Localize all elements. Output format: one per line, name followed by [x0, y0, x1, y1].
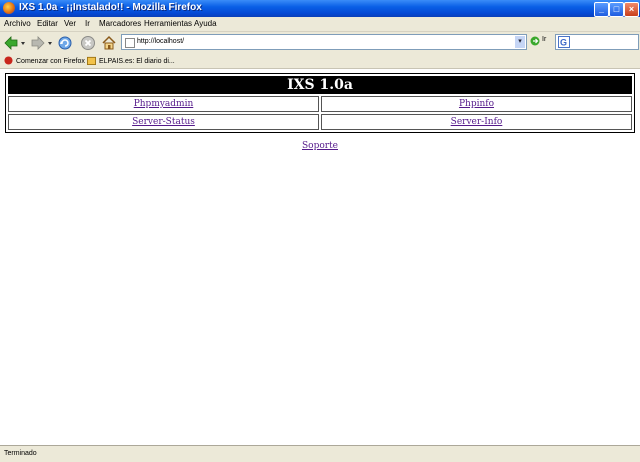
table-cell: Server-Status: [8, 114, 319, 130]
stop-icon[interactable]: [80, 35, 96, 51]
bookmark-label: ELPAIS.es: El diario di...: [99, 58, 175, 65]
links-table: IXS 1.0a Phpmyadmin Phpinfo Server-Statu…: [5, 73, 635, 133]
phpinfo-link[interactable]: Phpinfo: [459, 99, 494, 109]
go-icon[interactable]: [530, 36, 540, 46]
bookmark-folder-icon: [87, 56, 96, 65]
window-title: IXS 1.0a - ¡¡Instalado!! - Mozilla Firef…: [19, 2, 202, 13]
menu-ir[interactable]: Ir: [85, 19, 90, 28]
forward-dropdown-icon[interactable]: [47, 35, 53, 51]
search-box[interactable]: G: [555, 34, 639, 50]
back-arrow-icon[interactable]: [3, 35, 19, 51]
menu-marcadores[interactable]: Marcadores: [99, 19, 141, 28]
menu-ver[interactable]: Ver: [64, 19, 76, 28]
page-icon: [125, 38, 135, 48]
maximize-button[interactable]: □: [609, 2, 624, 17]
menu-herramientas[interactable]: Herramientas: [144, 19, 192, 28]
go-label[interactable]: Ir: [542, 36, 546, 43]
menu-ayuda[interactable]: Ayuda: [194, 19, 217, 28]
table-row: Phpmyadmin Phpinfo: [8, 96, 632, 112]
menu-editar[interactable]: Editar: [37, 19, 58, 28]
table-row: Server-Status Server-Info: [8, 114, 632, 130]
support-link[interactable]: Soporte: [302, 141, 338, 151]
home-icon[interactable]: [101, 35, 117, 51]
bookmark-label: Comenzar con Firefox: [16, 58, 85, 65]
table-header-row: IXS 1.0a: [8, 76, 632, 94]
title-bar: IXS 1.0a - ¡¡Instalado!! - Mozilla Firef…: [0, 0, 640, 17]
page-content: IXS 1.0a Phpmyadmin Phpinfo Server-Statu…: [0, 69, 640, 445]
url-dropdown-icon[interactable]: ▾: [515, 36, 525, 48]
search-engine-icon[interactable]: G: [558, 36, 570, 48]
server-status-link[interactable]: Server-Status: [132, 117, 195, 127]
page-heading: IXS 1.0a: [8, 76, 632, 94]
server-info-link[interactable]: Server-Info: [451, 117, 503, 127]
firefox-logo-icon: [3, 2, 15, 14]
phpmyadmin-link[interactable]: Phpmyadmin: [134, 99, 194, 109]
address-bar[interactable]: http://localhost/ ▾: [121, 34, 527, 50]
status-text: Terminado: [4, 450, 37, 457]
forward-arrow-icon[interactable]: [30, 35, 46, 51]
close-button[interactable]: ×: [624, 2, 639, 17]
url-text[interactable]: http://localhost/: [137, 35, 184, 49]
support-line: Soporte: [0, 141, 640, 151]
table-cell: Phpinfo: [321, 96, 632, 112]
svg-text:G: G: [560, 38, 567, 48]
bookmarks-toolbar: Comenzar con Firefox ELPAIS.es: El diari…: [0, 54, 640, 69]
bookmark-item[interactable]: Comenzar con Firefox: [4, 56, 85, 65]
reload-icon[interactable]: [57, 35, 73, 51]
bookmark-item[interactable]: ELPAIS.es: El diario di...: [87, 56, 175, 65]
menu-archivo[interactable]: Archivo: [4, 19, 31, 28]
table-cell: Server-Info: [321, 114, 632, 130]
bookmark-firefox-icon: [4, 56, 13, 65]
table-cell: Phpmyadmin: [8, 96, 319, 112]
status-bar: Terminado: [0, 445, 640, 462]
minimize-button[interactable]: _: [594, 2, 609, 17]
back-dropdown-icon[interactable]: [20, 35, 26, 51]
menu-bar: Archivo Editar Ver Ir Marcadores Herrami…: [0, 17, 640, 31]
